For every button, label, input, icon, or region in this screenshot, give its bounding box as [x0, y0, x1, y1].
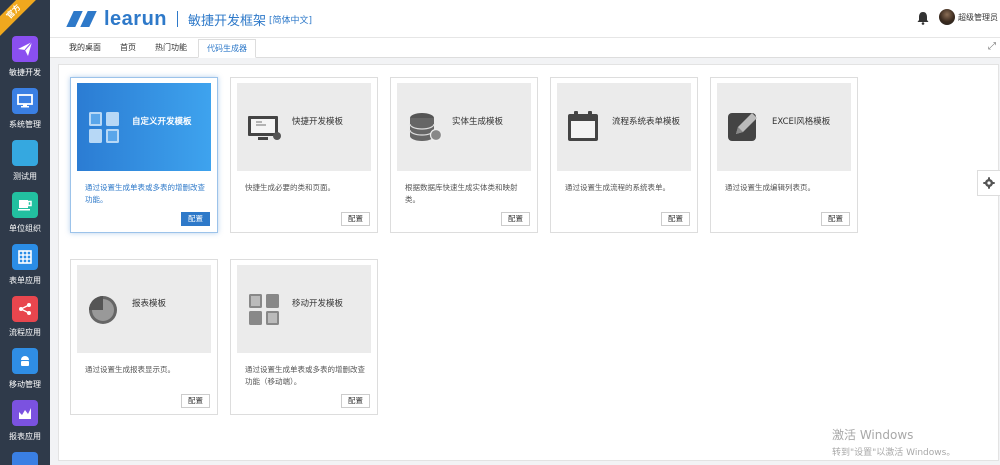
template-description: 通过设置生成编辑列表页。 — [725, 183, 815, 192]
tab-code-generator[interactable]: 代码生成器 — [198, 39, 256, 58]
share-icon — [12, 296, 38, 322]
database-icon — [409, 113, 443, 142]
template-name: 自定义开发模板 — [132, 117, 192, 127]
template-description: 通过设置生成流程的系统表单。 — [565, 183, 670, 192]
template-description: 通过设置生成单表或多表的增删改查功能（移动端）。 — [245, 365, 365, 386]
expand-icon[interactable]: ⤢ — [988, 41, 996, 52]
sidebar-item-system[interactable]: 系统管理 — [0, 88, 50, 130]
template-card-workflow-form[interactable]: 流程系统表单模板 通过设置生成流程的系统表单。 配置 — [550, 77, 698, 233]
sidebar-item-label: 表单应用 — [9, 276, 41, 285]
top-bar: learun 敏捷开发框架 [简体中文] 超级管理员 — [50, 0, 1000, 38]
logo-icon — [64, 11, 98, 27]
template-banner: 报表模板 — [77, 265, 211, 353]
configure-button[interactable]: 配置 — [501, 212, 530, 226]
settings-button[interactable] — [977, 170, 1000, 196]
template-name: 快捷开发模板 — [292, 117, 344, 127]
configure-button[interactable]: 配置 — [341, 212, 370, 226]
tab-bar: 我的桌面 首页 热门功能 代码生成器 ⤢ — [50, 38, 1000, 58]
sidebar-item-org[interactable]: 单位组织 — [0, 192, 50, 234]
avatar[interactable] — [939, 9, 955, 25]
android-icon — [12, 348, 38, 374]
configure-button[interactable]: 配置 — [821, 212, 850, 226]
monitor-icon — [12, 88, 38, 114]
official-badge: 官方 — [0, 0, 41, 39]
sidebar-item-mobile[interactable]: 移动管理 — [0, 348, 50, 390]
sidebar-item-label: 单位组织 — [9, 224, 41, 233]
template-banner: 实体生成模板 — [397, 83, 531, 171]
sidebar-item-label: 报表应用 — [9, 432, 41, 441]
brand-name: learun — [104, 7, 168, 30]
edit-icon — [728, 113, 757, 141]
sidebar-item-label: 移动管理 — [9, 380, 41, 389]
template-banner: 流程系统表单模板 — [557, 83, 691, 171]
template-description: 快捷生成必要的类和页面。 — [245, 183, 335, 192]
windows-activation-watermark: 激活 Windows 转到"设置"以激活 Windows。 — [832, 426, 955, 458]
template-banner: EXCEl风格模板 — [717, 83, 851, 171]
configure-button[interactable]: 配置 — [341, 394, 370, 408]
send-icon — [12, 36, 38, 62]
grid-icon — [249, 294, 279, 325]
sidebar-item-label: 敏捷开发 — [9, 68, 41, 77]
template-panel: 自定义开发模板 通过设置生成单表或多表的增删改查功能。 配置 快捷开发模板 快捷… — [58, 64, 999, 461]
chart-icon — [12, 400, 38, 426]
template-name: EXCEl风格模板 — [772, 117, 831, 127]
calendar-icon — [568, 111, 598, 141]
app-subtitle: 敏捷开发框架 — [188, 13, 267, 29]
bell-icon[interactable] — [916, 11, 930, 25]
sidebar-item-forms[interactable]: 表单应用 — [0, 244, 50, 286]
blank-icon — [12, 140, 38, 166]
grid-icon — [12, 244, 38, 270]
template-description: 根据数据库快速生成实体类和映射类。 — [405, 183, 518, 204]
configure-button[interactable]: 配置 — [181, 394, 210, 408]
monitor-icon — [248, 116, 281, 140]
logo: learun 敏捷开发框架 [简体中文] — [64, 8, 312, 30]
more-icon — [12, 452, 38, 465]
template-card-entity[interactable]: 实体生成模板 根据数据库快速生成实体类和映射类。 配置 — [390, 77, 538, 233]
template-card-excel[interactable]: EXCEl风格模板 通过设置生成编辑列表页。 配置 — [710, 77, 858, 233]
configure-button[interactable]: 配置 — [661, 212, 690, 226]
template-name: 报表模板 — [132, 299, 167, 309]
language-switch[interactable]: [简体中文] — [269, 13, 312, 26]
tab-my-desktop[interactable]: 我的桌面 — [64, 39, 106, 58]
sidebar-item-test[interactable]: 测试用 — [0, 140, 50, 182]
sidebar-item-label: 流程应用 — [9, 328, 41, 337]
template-name: 流程系统表单模板 — [612, 117, 681, 127]
tab-hot-features[interactable]: 热门功能 — [150, 39, 192, 58]
sidebar-item-label: 测试用 — [13, 172, 37, 181]
sidebar-item-agile-dev[interactable]: 敏捷开发 — [0, 36, 50, 78]
logo-divider — [177, 11, 179, 27]
user-name[interactable]: 超级管理员 — [958, 12, 998, 23]
template-banner: 快捷开发模板 — [237, 83, 371, 171]
cup-icon — [12, 192, 38, 218]
squares-icon — [89, 112, 119, 143]
watermark-title: 激活 Windows — [832, 428, 914, 442]
sidebar: 官方 敏捷开发 系统管理 测试用 单位组织 表单应用 流程应用 移动管理 报表应… — [0, 0, 50, 465]
configure-button[interactable]: 配置 — [181, 212, 210, 226]
template-card-custom[interactable]: 自定义开发模板 通过设置生成单表或多表的增删改查功能。 配置 — [70, 77, 218, 233]
gear-icon — [983, 177, 995, 189]
template-banner: 移动开发模板 — [237, 265, 371, 353]
template-card-report[interactable]: 报表模板 通过设置生成报表显示页。 配置 — [70, 259, 218, 415]
template-card-mobile[interactable]: 移动开发模板 通过设置生成单表或多表的增删改查功能（移动端）。 配置 — [230, 259, 378, 415]
template-name: 移动开发模板 — [292, 299, 344, 309]
sidebar-item-more[interactable] — [0, 452, 50, 465]
tab-home[interactable]: 首页 — [114, 39, 142, 58]
template-description: 通过设置生成单表或多表的增删改查功能。 — [85, 183, 205, 204]
pie-icon — [89, 296, 117, 324]
template-banner: 自定义开发模板 — [77, 83, 211, 171]
sidebar-item-workflow[interactable]: 流程应用 — [0, 296, 50, 338]
sidebar-item-reports[interactable]: 报表应用 — [0, 400, 50, 442]
template-card-quick[interactable]: 快捷开发模板 快捷生成必要的类和页面。 配置 — [230, 77, 378, 233]
template-name: 实体生成模板 — [452, 117, 504, 127]
template-description: 通过设置生成报表显示页。 — [85, 365, 175, 374]
watermark-subtitle: 转到"设置"以激活 Windows。 — [832, 448, 956, 458]
sidebar-item-label: 系统管理 — [9, 120, 41, 129]
